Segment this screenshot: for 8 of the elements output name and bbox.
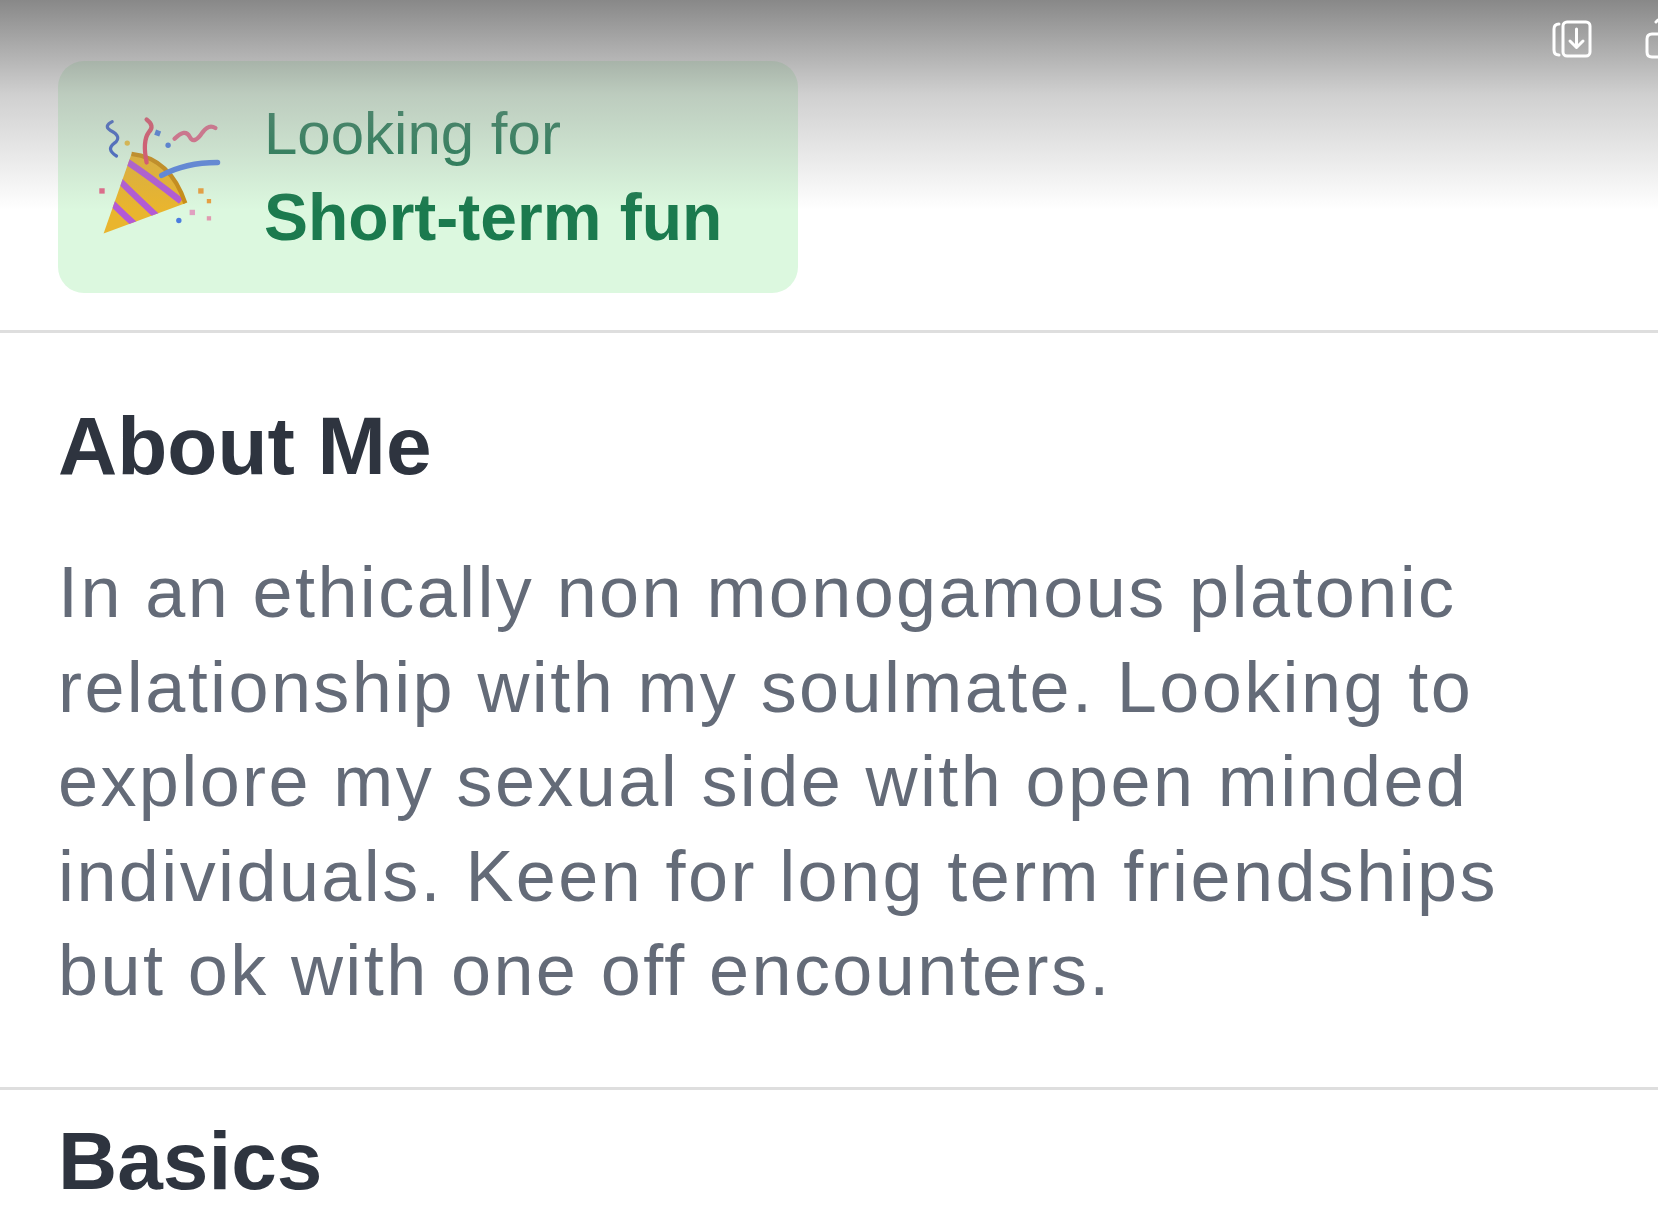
about-me-text: In an ethically non monogamous platonic relationship with my soulmate. Looking to explore my sexual side with open minded individuals. Keen for long term friendships but ok with one off encounters. <box>58 551 1499 1013</box>
about-me-heading: About Me <box>58 405 432 487</box>
share-button[interactable] <box>1645 18 1658 60</box>
looking-for-label: Looking for <box>264 100 561 167</box>
download-button[interactable] <box>1551 18 1593 60</box>
looking-for-value: Short-term fun <box>264 180 723 254</box>
download-icon <box>1551 18 1593 60</box>
basics-heading: Basics <box>58 1119 323 1202</box>
